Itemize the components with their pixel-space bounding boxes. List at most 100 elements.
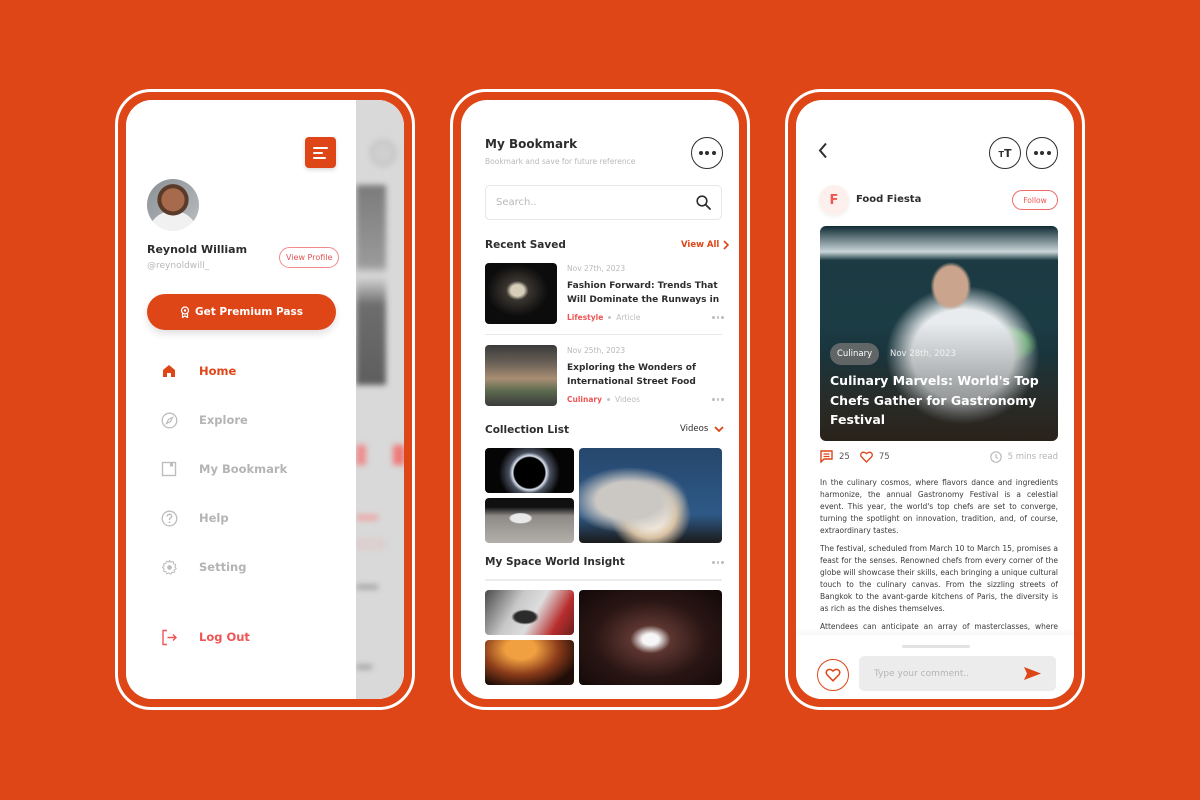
article-title[interactable]: Exploring the Wonders of International S… (567, 361, 723, 389)
search-placeholder: Search.. (496, 197, 537, 208)
menu-toggle-button[interactable] (305, 137, 336, 168)
insight-image-concert-singer[interactable] (485, 590, 574, 635)
drawer-screen: Reynold William @reynoldwill_ View Profi… (126, 100, 404, 699)
user-handle: @reynoldwill_ (147, 261, 210, 271)
heart-icon (825, 668, 841, 682)
item-more-icon[interactable] (712, 316, 724, 319)
collection-image-solar-eclipse[interactable] (485, 448, 574, 493)
nav-label: Explore (199, 413, 248, 427)
logout-icon (159, 627, 179, 647)
collection-image-rocket-launch[interactable] (579, 448, 722, 543)
bookmark-icon (159, 459, 179, 479)
article-body: In the culinary cosmos, where flavors da… (820, 477, 1058, 633)
collection-list-heading: Collection List (485, 424, 569, 436)
more-options-button[interactable] (691, 137, 723, 169)
collection-filter-dropdown[interactable]: Videos (680, 424, 724, 434)
more-options-button[interactable] (1026, 137, 1058, 169)
insight-more-icon[interactable] (712, 561, 724, 564)
view-all-label: View All (681, 240, 720, 250)
recent-saved-heading: Recent Saved (485, 239, 566, 251)
nav-item-setting[interactable]: Setting (159, 556, 246, 578)
article-paragraph: Attendees can anticipate an array of mas… (820, 622, 1058, 631)
insight-heading: My Space World Insight (485, 556, 625, 568)
nav-item-home[interactable]: Home (159, 360, 236, 382)
premium-label: Get Premium Pass (194, 306, 304, 318)
nav-label: Help (199, 511, 229, 525)
nav-item-explore[interactable]: Explore (159, 409, 248, 431)
separator-dot (608, 316, 612, 319)
phone-frame-bookmark: My Bookmark Bookmark and save for future… (450, 89, 750, 710)
hero-image-chef-plating: Culinary Nov 28th, 2023 Culinary Marvels… (820, 226, 1058, 441)
comment-input[interactable]: Type your comment.. (859, 656, 1056, 691)
home-icon (159, 361, 179, 381)
article-title[interactable]: Fashion Forward: Trends That Will Domina… (567, 279, 723, 307)
nav-label: My Bookmark (199, 462, 288, 476)
read-time: 5 mins read (1007, 451, 1058, 462)
chevron-right-icon (723, 240, 730, 250)
article-category[interactable]: Lifestyle (567, 313, 603, 322)
send-icon[interactable] (1024, 667, 1041, 680)
view-all-link[interactable]: View All (681, 240, 730, 250)
badge-icon (180, 306, 190, 318)
insight-image-cinema-hall[interactable] (579, 590, 722, 685)
back-arrow-icon[interactable] (818, 142, 828, 159)
follow-button[interactable]: Follow (1012, 190, 1058, 210)
article-type: Videos (614, 395, 640, 404)
search-input[interactable]: Search.. (485, 185, 722, 220)
heart-icon[interactable] (859, 451, 873, 463)
comment-icon[interactable] (820, 450, 833, 463)
page-title: My Bookmark (485, 137, 578, 151)
clock-icon (989, 450, 1002, 463)
drag-handle[interactable] (902, 645, 970, 648)
view-profile-button[interactable]: View Profile (279, 247, 340, 268)
logout-button[interactable]: Log Out (159, 626, 250, 648)
nav-item-help[interactable]: Help (159, 507, 229, 529)
article-paragraph: The festival, scheduled from March 10 to… (820, 544, 1058, 613)
item-more-icon[interactable] (712, 398, 724, 401)
separator-dot (606, 398, 610, 401)
phone-frame-drawer: Reynold William @reynoldwill_ View Profi… (115, 89, 415, 710)
nav-item-my-bookmark[interactable]: My Bookmark (159, 458, 287, 480)
thumbnail-street-food-market[interactable] (485, 345, 557, 406)
article-type: Article (616, 313, 641, 322)
compass-icon (159, 410, 179, 430)
article-meta: Lifestyle Article (567, 313, 640, 322)
article-date: Nov 28th, 2023 (890, 349, 956, 359)
help-icon (159, 508, 179, 528)
filter-value: Videos (680, 424, 709, 434)
bookmark-screen: My Bookmark Bookmark and save for future… (461, 100, 739, 699)
article-date: Nov 27th, 2023 (567, 264, 626, 273)
comment-bar: Type your comment.. (796, 635, 1074, 699)
category-badge[interactable]: Culinary (830, 343, 880, 365)
nav-label: Home (199, 364, 237, 378)
source-logo[interactable]: F (819, 185, 849, 215)
like-count: 75 (878, 451, 890, 462)
get-premium-button[interactable]: Get Premium Pass (147, 294, 336, 330)
source-name[interactable]: Food Fiesta (856, 194, 921, 205)
blurred-background-content[interactable] (356, 100, 404, 699)
thumbnail-fashion-runway[interactable] (485, 263, 557, 324)
article-stats: 25 75 5 mins read (820, 450, 1058, 463)
search-icon[interactable] (696, 195, 711, 210)
like-button[interactable] (817, 659, 849, 691)
divider (485, 334, 722, 335)
divider (485, 579, 722, 581)
insight-image-concert-crowd[interactable] (485, 640, 574, 685)
article-headline: Culinary Marvels: World's Top Chefs Gath… (830, 373, 1039, 427)
user-name: Reynold William (147, 243, 248, 256)
article-category[interactable]: Culinary (567, 395, 602, 404)
avatar[interactable] (147, 179, 199, 231)
article-meta: Culinary Videos (567, 395, 640, 404)
gear-icon (159, 557, 179, 577)
side-drawer: Reynold William @reynoldwill_ View Profi… (126, 100, 356, 699)
collection-image-astronaut[interactable] (485, 498, 574, 543)
comment-count: 25 (839, 451, 850, 462)
logout-label: Log Out (199, 630, 250, 644)
text-size-icon: TT (998, 146, 1012, 160)
article-paragraph: In the culinary cosmos, where flavors da… (820, 478, 1058, 535)
nav-label: Setting (199, 560, 247, 574)
page-subtitle: Bookmark and save for future reference (485, 157, 636, 166)
text-size-button[interactable]: TT (989, 137, 1021, 169)
more-dots-icon (1033, 151, 1051, 155)
chevron-down-icon (714, 426, 724, 432)
